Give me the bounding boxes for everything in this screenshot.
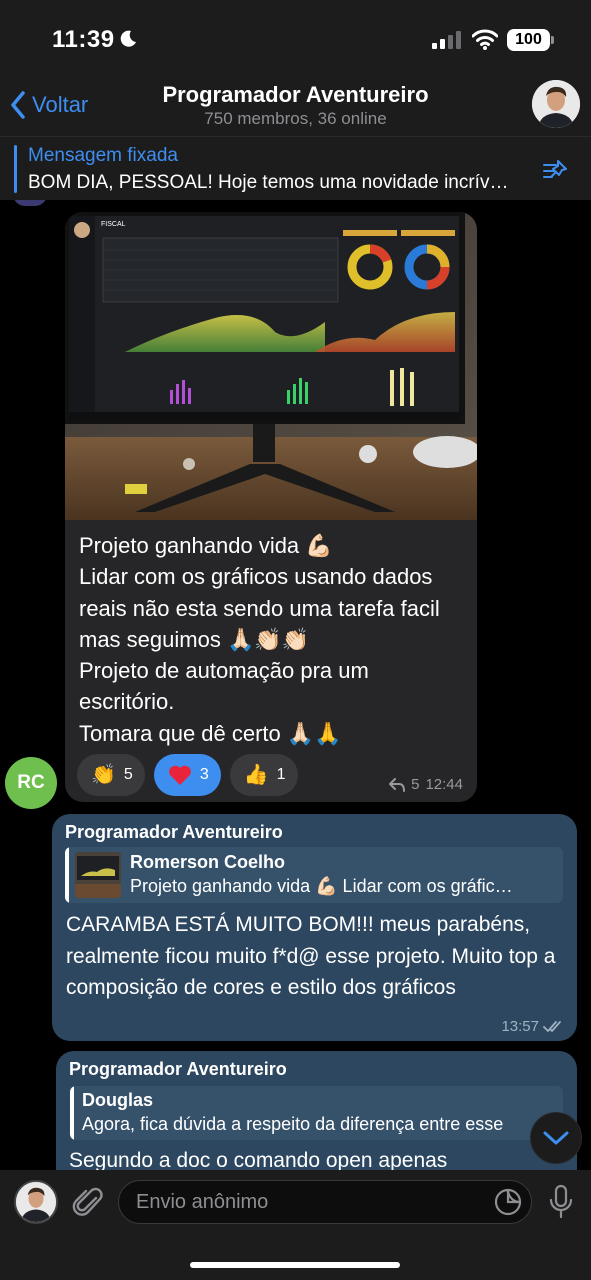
reply-preview: Projeto ganhando vida 💪🏻 Lidar com os gr… — [130, 876, 513, 896]
clap-emoji: 👏 — [91, 764, 116, 786]
double-check-icon — [543, 1020, 561, 1032]
microphone-icon[interactable] — [548, 1184, 574, 1220]
message-time: 13:57 — [501, 1018, 539, 1035]
reaction-heart[interactable]: 3 — [153, 754, 221, 796]
chat-header: Voltar Programador Aventureiro 750 membr… — [0, 80, 591, 136]
sender-avatar[interactable]: RC — [5, 757, 57, 809]
pinned-indicator — [14, 145, 17, 193]
message-text: CARAMBA ESTÁ MUITO BOM!!! meus parabéns,… — [66, 913, 556, 999]
status-bar: 11:39 100 — [0, 0, 591, 80]
message-line: Tomara que dê certo 🙏🏻🙏 — [79, 720, 342, 746]
chevron-down-icon — [543, 1131, 569, 1145]
reply-bar — [70, 1086, 74, 1140]
message-text: Projeto ganhando vida 💪🏻 Lidar com os gr… — [79, 530, 474, 749]
pinned-title: Mensagem fixada — [28, 145, 178, 166]
message-time: 12:44 — [425, 776, 463, 793]
paperclip-icon[interactable] — [72, 1184, 104, 1220]
message-line: Lidar com os gráficos usando dados — [79, 564, 433, 590]
signal-icon — [432, 31, 461, 49]
message-line: mas seguimos 🙏🏻👏🏻👏🏻 — [79, 626, 310, 652]
scroll-down-button[interactable] — [530, 1112, 582, 1164]
input-bar — [0, 1170, 591, 1280]
pinned-text: BOM DIA, PESSOAL! Hoje temos uma novidad… — [28, 172, 509, 193]
home-indicator — [190, 1262, 400, 1268]
reply-bar — [65, 847, 69, 903]
reply-count[interactable]: 5 — [411, 776, 419, 793]
moon-icon — [120, 30, 136, 47]
reply-author: Douglas — [82, 1090, 154, 1110]
message-meta: 13:57 — [501, 1018, 565, 1035]
pinned-message[interactable]: Mensagem fixada BOM DIA, PESSOAL! Hoje t… — [0, 136, 591, 200]
heart-icon — [169, 765, 191, 785]
sender-name[interactable]: Programador Aventureiro — [69, 1059, 287, 1080]
status-time: 11:39 — [52, 26, 115, 53]
thumbs-up-emoji: 👍 — [243, 764, 269, 786]
message-text: Segundo a doc o comando open apenas — [69, 1149, 448, 1170]
sticker-icon[interactable] — [494, 1188, 522, 1216]
chat-title[interactable]: Programador Aventureiro — [0, 82, 591, 108]
message-photo[interactable]: FISCAL — [65, 212, 477, 520]
wifi-icon — [472, 29, 498, 50]
send-as-avatar[interactable] — [14, 1180, 58, 1224]
message-bubble-outgoing[interactable]: Programador Aventureiro Romerson Coelho … — [52, 814, 577, 1041]
message-input[interactable] — [118, 1180, 532, 1224]
group-avatar[interactable] — [532, 80, 580, 128]
pin-icon[interactable] — [540, 155, 570, 185]
message-line: escritório. — [79, 689, 175, 715]
reactions-row: 👏 5 3 👍 1 — [77, 754, 298, 796]
message-bubble-outgoing[interactable]: Programador Aventureiro Douglas Agora, f… — [56, 1051, 577, 1170]
reply-author: Romerson Coelho — [130, 852, 286, 872]
reaction-count: 3 — [199, 766, 209, 783]
reaction-thumbs-up[interactable]: 👍 1 — [229, 754, 298, 796]
battery-cap — [551, 36, 554, 44]
reaction-count: 1 — [276, 766, 286, 783]
message-bubble-incoming[interactable]: FISCAL Projeto ganhando vida 💪🏻 Lidar co… — [65, 212, 477, 802]
photo-screen-title: FISCAL — [101, 221, 126, 228]
reply-quote[interactable]: Douglas Agora, fica dúvida a respeito da… — [70, 1086, 563, 1140]
chat-area[interactable]: FISCAL Projeto ganhando vida 💪🏻 Lidar co… — [0, 200, 591, 1170]
reaction-clap[interactable]: 👏 5 — [77, 754, 145, 796]
prev-avatar-stub — [13, 200, 47, 206]
message-line: Projeto ganhando vida 💪🏻 — [79, 533, 333, 558]
reaction-count: 5 — [123, 766, 133, 783]
reply-thumbnail — [75, 852, 121, 898]
message-line: Projeto de automação pra um — [79, 658, 369, 684]
sender-name[interactable]: Programador Aventureiro — [65, 822, 283, 843]
reply-preview: Agora, fica dúvida a respeito da diferen… — [82, 1114, 504, 1134]
reply-quote[interactable]: Romerson Coelho Projeto ganhando vida 💪🏻… — [65, 847, 563, 903]
message-line: reais não esta sendo uma tarefa facil — [79, 595, 440, 621]
reply-arrow-icon — [389, 777, 406, 792]
message-meta: 5 12:44 — [389, 776, 463, 793]
chat-subtitle: 750 membros, 36 online — [204, 109, 387, 128]
battery-indicator: 100 — [507, 29, 550, 51]
